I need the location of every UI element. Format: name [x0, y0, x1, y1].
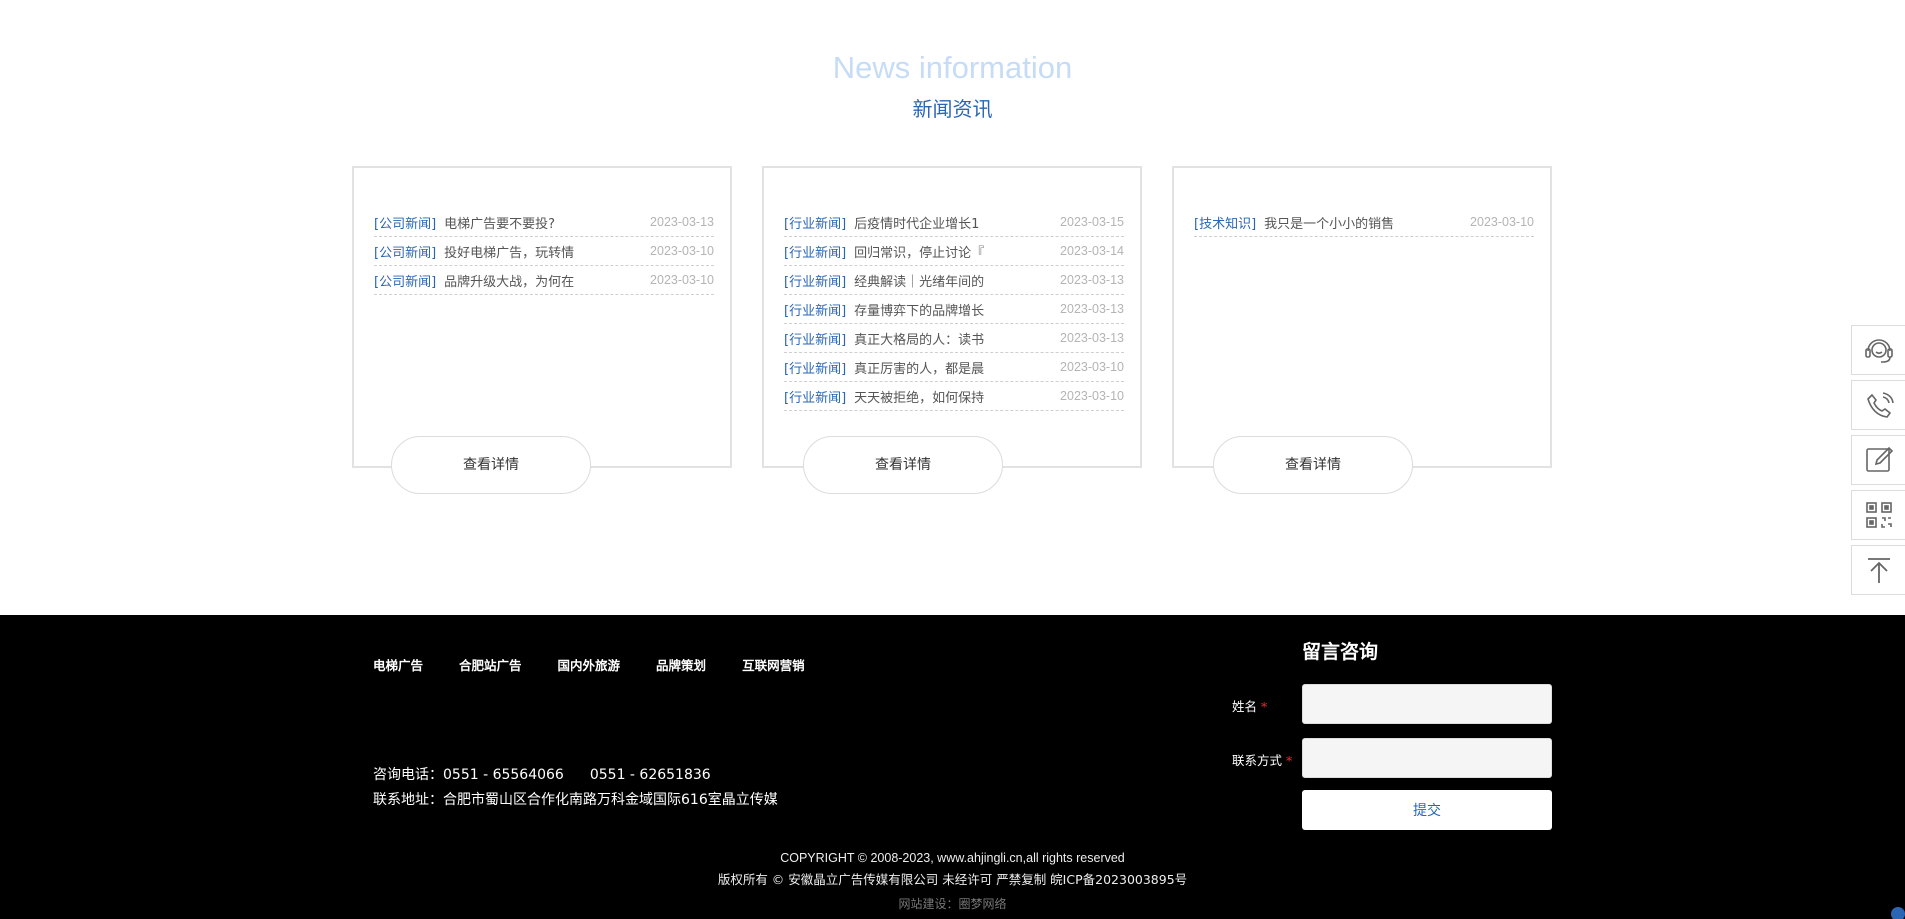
chat-bubble-icon[interactable] [1891, 907, 1905, 919]
back-to-top-button[interactable] [1851, 545, 1905, 595]
news-title-link[interactable]: 存量博弈下的品牌增长 [854, 300, 1060, 319]
address-label: 联系地址： [373, 792, 443, 808]
news-date: 2023-03-13 [1060, 302, 1124, 316]
news-title-cn: 新闻资讯 [912, 97, 993, 121]
view-details-button[interactable]: 查看详情 [803, 436, 1003, 494]
headset-icon [1864, 339, 1893, 363]
list-item[interactable]: [公司新闻] 电梯广告要不要投? 2023-03-13 [374, 208, 714, 237]
back-to-top-icon [1867, 558, 1890, 583]
news-title-link[interactable]: 回归常识，停止讨论『 [854, 242, 1060, 261]
phone-number-1: 0551 - 65564066 [443, 767, 564, 783]
list-item[interactable]: [行业新闻] 天天被拒绝，如何保持 2023-03-10 [784, 382, 1124, 411]
address-text: 合肥市蜀山区合作化南路万科金域国际616室晶立传媒 [443, 792, 778, 808]
list-item[interactable]: [行业新闻] 回归常识，停止讨论『 2023-03-14 [784, 237, 1124, 266]
list-item[interactable]: [行业新闻] 经典解读｜光绪年间的 2023-03-13 [784, 266, 1124, 295]
footer-nav-elevator-ads[interactable]: 电梯广告 [373, 655, 423, 674]
news-category[interactable]: [行业新闻] [784, 213, 846, 232]
contact-method-label: 联系方式 * [1232, 753, 1293, 768]
news-category[interactable]: [行业新闻] [784, 271, 846, 290]
news-date: 2023-03-10 [650, 244, 714, 258]
news-category[interactable]: [行业新闻] [784, 242, 846, 261]
phone-icon [1866, 392, 1894, 418]
news-category[interactable]: [公司新闻] [374, 242, 436, 261]
site-builder: 网站建设：圈梦网络 [0, 895, 1905, 912]
footer-nav-brand-planning[interactable]: 品牌策划 [656, 655, 706, 674]
name-label: 姓名 * [1232, 699, 1268, 714]
phone-label: 咨询电话： [373, 767, 443, 783]
news-title-link[interactable]: 天天被拒绝，如何保持 [854, 387, 1060, 406]
news-date: 2023-03-10 [1470, 215, 1534, 229]
news-card-company: [公司新闻] 电梯广告要不要投? 2023-03-13 [公司新闻] 投好电梯广… [352, 166, 732, 468]
name-field[interactable] [1302, 684, 1552, 724]
news-title-link[interactable]: 经典解读｜光绪年间的 [854, 271, 1060, 290]
message-form-title: 留言咨询 [1302, 641, 1379, 663]
contact-method-field[interactable] [1302, 738, 1552, 778]
news-date: 2023-03-10 [1060, 389, 1124, 403]
builder-link[interactable]: 圈梦网络 [959, 897, 1007, 911]
news-date: 2023-03-15 [1060, 215, 1124, 229]
required-mark: * [1286, 753, 1293, 768]
view-details-button[interactable]: 查看详情 [1213, 436, 1413, 494]
news-date: 2023-03-10 [1060, 360, 1124, 374]
qrcode-button[interactable] [1851, 490, 1905, 540]
footer-nav-travel[interactable]: 国内外旅游 [558, 655, 621, 674]
phone-number-2: 0551 - 62651836 [589, 767, 711, 783]
news-title-link[interactable]: 我只是一个小小的销售 [1264, 213, 1470, 232]
news-title-link[interactable]: 真正厉害的人，都是晨 [854, 358, 1060, 377]
news-card-tech: [技术知识] 我只是一个小小的销售 2023-03-10 [1172, 166, 1552, 468]
contact-phone: 咨询电话：0551 - 65564066 0551 - 62651836 [373, 764, 711, 784]
copyright-text: COPYRIGHT © 2008-2023, www.ahjingli.cn,a… [780, 851, 1125, 865]
page: News information 新闻资讯 [公司新闻] 电梯广告要不要投? 2… [0, 0, 1905, 919]
news-date: 2023-03-13 [1060, 331, 1124, 345]
news-list: [行业新闻] 后疫情时代企业增长1 2023-03-15 [行业新闻] 回归常识… [784, 208, 1124, 411]
qrcode-icon [1865, 502, 1892, 528]
news-title-link[interactable]: 品牌升级大战，为何在 [444, 271, 650, 290]
customer-service-button[interactable] [1851, 325, 1905, 375]
list-item[interactable]: [公司新闻] 投好电梯广告，玩转情 2023-03-10 [374, 237, 714, 266]
news-category[interactable]: [行业新闻] [784, 300, 846, 319]
news-category[interactable]: [行业新闻] [784, 387, 846, 406]
list-item[interactable]: [技术知识] 我只是一个小小的销售 2023-03-10 [1194, 208, 1534, 237]
news-title-link[interactable]: 投好电梯广告，玩转情 [444, 242, 650, 261]
news-category[interactable]: [行业新闻] [784, 358, 846, 377]
list-item[interactable]: [行业新闻] 真正厉害的人，都是晨 2023-03-10 [784, 353, 1124, 382]
news-title-link[interactable]: 电梯广告要不要投? [444, 213, 650, 232]
list-item[interactable]: [行业新闻] 后疫情时代企业增长1 2023-03-15 [784, 208, 1124, 237]
footer-nav: 电梯广告 合肥站广告 国内外旅游 品牌策划 互联网营销 [373, 655, 841, 674]
edit-icon [1865, 446, 1893, 472]
news-title-en: News information [832, 50, 1073, 85]
news-category[interactable]: [技术知识] [1194, 213, 1256, 232]
news-date: 2023-03-13 [650, 215, 714, 229]
list-item[interactable]: [行业新闻] 真正大格局的人：读书 2023-03-13 [784, 324, 1124, 353]
required-mark: * [1261, 699, 1268, 714]
view-details-button[interactable]: 查看详情 [391, 436, 591, 494]
rights-text: 版权所有 © 安徽晶立广告传媒有限公司 未经许可 严禁复制 皖ICP备20230… [717, 872, 1188, 887]
submit-button[interactable]: 提交 [1302, 790, 1552, 830]
news-date: 2023-03-13 [1060, 273, 1124, 287]
news-card-industry: [行业新闻] 后疫情时代企业增长1 2023-03-15 [行业新闻] 回归常识… [762, 166, 1142, 468]
list-item[interactable]: [公司新闻] 品牌升级大战，为何在 2023-03-10 [374, 266, 714, 295]
news-category[interactable]: [行业新闻] [784, 329, 846, 348]
news-list: [技术知识] 我只是一个小小的销售 2023-03-10 [1194, 208, 1534, 237]
message-button[interactable] [1851, 435, 1905, 485]
news-list: [公司新闻] 电梯广告要不要投? 2023-03-13 [公司新闻] 投好电梯广… [374, 208, 714, 295]
news-category[interactable]: [公司新闻] [374, 271, 436, 290]
list-item[interactable]: [行业新闻] 存量博弈下的品牌增长 2023-03-13 [784, 295, 1124, 324]
news-date: 2023-03-14 [1060, 244, 1124, 258]
news-title-link[interactable]: 后疫情时代企业增长1 [854, 213, 1060, 232]
footer-nav-internet-marketing[interactable]: 互联网营销 [742, 655, 805, 674]
contact-address: 联系地址：合肥市蜀山区合作化南路万科金域国际616室晶立传媒 [373, 789, 778, 809]
news-date: 2023-03-10 [650, 273, 714, 287]
builder-label: 网站建设： [898, 897, 959, 911]
phone-button[interactable] [1851, 380, 1905, 430]
footer-nav-hefei-station-ads[interactable]: 合肥站广告 [459, 655, 522, 674]
news-title-link[interactable]: 真正大格局的人：读书 [854, 329, 1060, 348]
footer: 电梯广告 合肥站广告 国内外旅游 品牌策划 互联网营销 咨询电话：0551 - … [0, 615, 1905, 919]
news-category[interactable]: [公司新闻] [374, 213, 436, 232]
